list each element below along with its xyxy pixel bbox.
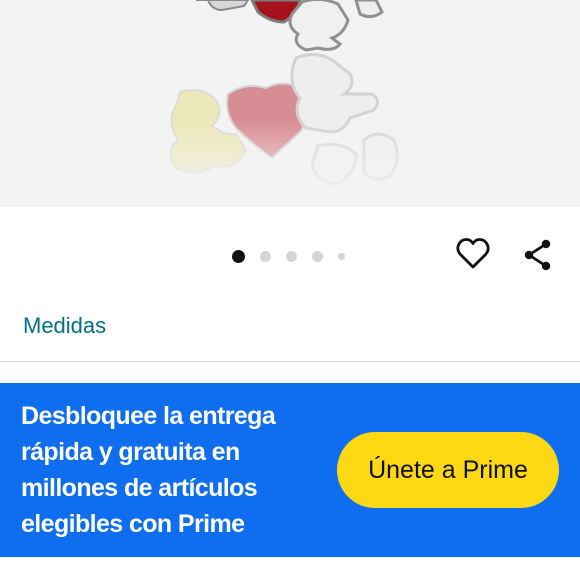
carousel-dot[interactable] [232,250,245,263]
share-icon [524,239,551,271]
carousel-dot[interactable] [286,251,297,262]
bottom-strip [0,557,580,580]
sizes-link[interactable]: Medidas [23,313,106,339]
prime-promo-line: Desbloquee la entrega [21,402,276,430]
prime-promo-line: millones de artículos [21,474,258,502]
prime-promo-line: rápida y gratuita en [21,438,240,466]
prime-promo-text: Desbloquee la entrega rápida y gratuita … [21,398,321,542]
carousel-dot[interactable] [260,251,271,262]
divider [0,361,580,362]
heart-outline-icon [456,238,490,269]
join-prime-button[interactable]: Únete a Prime [337,432,559,508]
share-button[interactable] [521,238,555,272]
prime-promo-line: elegibles con Prime [21,510,245,538]
carousel-dot[interactable] [338,253,345,260]
wishlist-button[interactable] [455,236,491,272]
carousel-indicator[interactable] [232,250,360,263]
carousel-dot[interactable] [312,251,323,262]
product-image[interactable] [0,0,580,207]
